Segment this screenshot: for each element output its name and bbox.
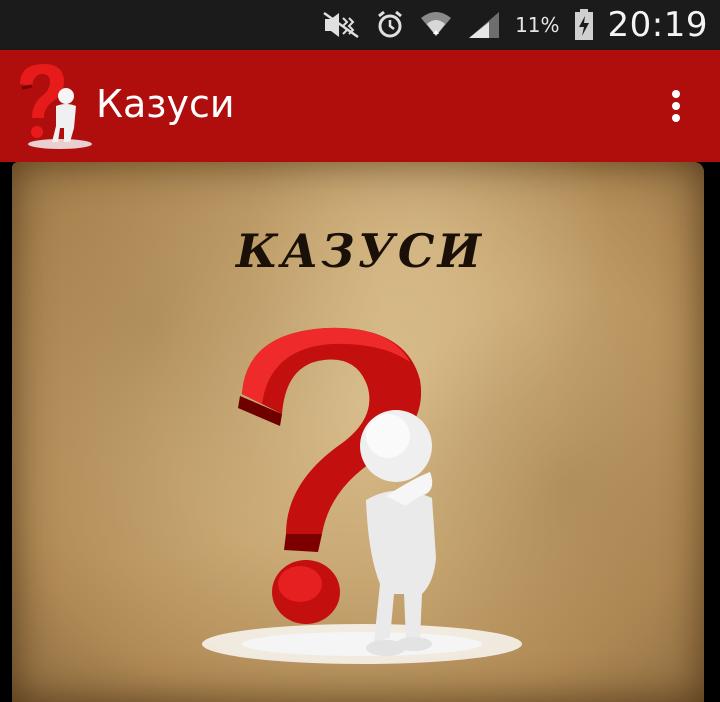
alarm-icon [375, 10, 405, 40]
question-figure-logo-icon[interactable] [10, 58, 94, 154]
signal-icon [467, 10, 501, 40]
mute-icon [321, 10, 361, 40]
status-clock: 20:19 [607, 5, 708, 45]
status-icons: 11% 20:19 [321, 0, 708, 50]
wifi-icon [419, 8, 453, 42]
main-content: КАЗУСИ [0, 162, 720, 702]
status-bar: 11% 20:19 [0, 0, 720, 50]
page-heading: КАЗУСИ [236, 224, 484, 278]
battery-percent: 11% [515, 13, 560, 37]
more-vert-icon[interactable] [656, 86, 696, 126]
app-title: Казуси [96, 82, 235, 126]
app-bar: Казуси [0, 50, 720, 162]
battery-charging-icon [574, 9, 594, 41]
question-mark-figure-illustration [200, 322, 530, 694]
